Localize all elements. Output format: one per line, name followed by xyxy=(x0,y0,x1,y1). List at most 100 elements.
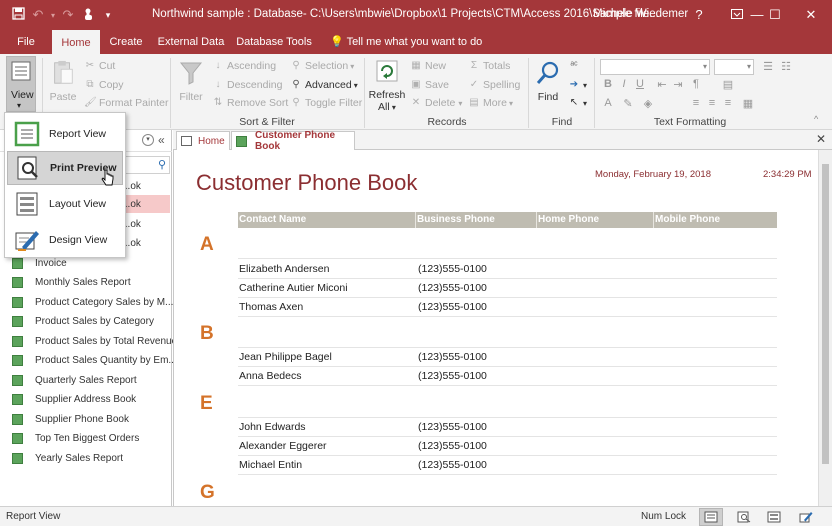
select-button[interactable]: ↖ ▾ xyxy=(568,97,587,109)
advanced-button[interactable]: ⚲ Advanced ▾ xyxy=(290,79,357,91)
contact-name: Thomas Axen xyxy=(239,301,304,313)
undo-dropdown-icon[interactable]: ▾ xyxy=(48,11,58,20)
tab-file[interactable]: File xyxy=(8,30,44,54)
underline-icon[interactable]: U xyxy=(632,78,648,90)
replace-button[interactable]: ᵃᶜ xyxy=(568,60,583,72)
copy-button[interactable]: ⧉ Copy xyxy=(84,79,123,91)
bullets-icon[interactable]: ☰ xyxy=(760,60,776,73)
cut-button[interactable]: ✂ Cut xyxy=(84,60,116,72)
report-icon xyxy=(12,393,23,405)
maximize-button[interactable]: ☐ xyxy=(756,0,794,30)
nav-item-quarterly-sales-report[interactable]: Quarterly Sales Report xyxy=(12,371,170,389)
nav-item-supplier-phone-book[interactable]: Supplier Phone Book xyxy=(12,410,170,428)
menu-item-label: Layout View xyxy=(49,198,107,210)
status-print-preview-button[interactable] xyxy=(732,508,756,526)
new-record-icon: ▦ xyxy=(411,60,421,71)
search-icon: ⚲ xyxy=(157,159,166,171)
redo-icon[interactable]: ↷ xyxy=(58,7,78,23)
goto-button[interactable]: ➔ ▾ xyxy=(568,79,587,91)
tab-home[interactable]: Home xyxy=(52,30,100,54)
font-color-icon[interactable]: A xyxy=(600,97,616,109)
nav-item-yearly-sales-report[interactable]: Yearly Sales Report xyxy=(12,449,170,467)
align-center-icon[interactable]: ≡ xyxy=(704,97,720,109)
report-icon xyxy=(12,413,23,425)
business-phone: (123)555-0100 xyxy=(418,421,487,433)
menu-item-report-view[interactable]: Report View xyxy=(7,117,123,151)
nav-item-label: Product Category Sales by M... xyxy=(35,296,174,308)
nav-item-product-category-sales[interactable]: Product Category Sales by M... xyxy=(12,293,174,311)
selection-button[interactable]: ⚲ Selection ▾ xyxy=(290,60,354,72)
menu-item-design-view[interactable]: Design View xyxy=(7,223,123,257)
format-painter-button[interactable]: 🖌 Format Painter xyxy=(84,97,168,109)
nav-item-label: Invoice xyxy=(35,257,67,269)
report-view-area: Customer Phone Book Monday, February 19,… xyxy=(173,150,818,506)
vertical-scrollbar[interactable] xyxy=(818,150,832,506)
undo-icon[interactable]: ↶ xyxy=(28,7,48,23)
bold-icon[interactable]: B xyxy=(600,78,616,90)
totals-button[interactable]: Σ Totals xyxy=(468,60,511,72)
numbering-icon[interactable]: ☷ xyxy=(778,60,794,73)
tab-create[interactable]: Create xyxy=(104,30,148,54)
text-direction-icon[interactable]: ¶ xyxy=(688,78,704,90)
menu-item-layout-view[interactable]: Layout View xyxy=(7,187,123,221)
nav-menu-icon[interactable]: ▾ xyxy=(142,134,154,146)
delete-record-button[interactable]: ✕ Delete ▾ xyxy=(410,97,463,109)
ascending-button[interactable]: ↓ Ascending xyxy=(212,60,277,72)
tab-database-tools[interactable]: Database Tools xyxy=(234,30,314,54)
tell-me-search[interactable]: 💡 Tell me what you want to do xyxy=(330,30,482,54)
nav-item-supplier-address-book[interactable]: Supplier Address Book xyxy=(12,390,170,408)
indent-increase-icon[interactable]: ⇥ xyxy=(670,78,686,91)
shutter-bar-icon[interactable]: « xyxy=(158,133,165,147)
more-button[interactable]: ▤ More ▾ xyxy=(468,97,513,109)
italic-icon[interactable]: I xyxy=(616,78,632,90)
help-button[interactable]: ? xyxy=(680,0,718,30)
table-row: Alexander Eggerer (123)555-0100 xyxy=(238,437,777,456)
touch-mode-icon[interactable] xyxy=(78,7,98,24)
business-phone: (123)555-0100 xyxy=(418,370,487,382)
tab-external-data[interactable]: External Data xyxy=(156,30,226,54)
fill-color-icon[interactable]: ◈ xyxy=(640,97,656,110)
customize-qat-icon[interactable]: ▾ xyxy=(98,10,118,21)
highlight-icon[interactable]: ✎ xyxy=(620,97,636,110)
paste-button[interactable]: Paste xyxy=(48,60,78,103)
save-record-button[interactable]: ▣ Save xyxy=(410,79,449,91)
scrollbar-thumb[interactable] xyxy=(822,164,829,464)
nav-item-product-sales-by-total-revenue[interactable]: Product Sales by Total Revenue xyxy=(12,332,177,350)
gridlines-icon[interactable]: ▦ xyxy=(740,97,756,110)
doc-tab-customer-phone-book[interactable]: Customer Phone Book xyxy=(231,130,355,152)
user-name[interactable]: Michele Wiedemer xyxy=(593,8,688,20)
indent-decrease-icon[interactable]: ⇤ xyxy=(654,78,670,91)
spelling-button[interactable]: ✓ Spelling xyxy=(468,79,521,91)
group-letter: G xyxy=(200,482,215,503)
align-right-icon[interactable]: ≡ xyxy=(720,97,736,109)
nav-item-product-sales-quantity[interactable]: Product Sales Quantity by Em... xyxy=(12,351,177,369)
close-document-icon[interactable]: ✕ xyxy=(816,132,826,146)
toggle-filter-button[interactable]: ⚲ Toggle Filter xyxy=(290,97,362,109)
alternate-row-color-icon[interactable]: ▤ xyxy=(720,78,736,91)
nav-item-product-sales-by-category[interactable]: Product Sales by Category xyxy=(12,312,170,330)
save-label: Save xyxy=(425,79,449,91)
ribbon-tabs: File Home Create External Data Database … xyxy=(0,30,832,54)
new-record-button[interactable]: ▦ New xyxy=(410,60,446,72)
doc-tab-home[interactable]: Home xyxy=(176,131,230,150)
refresh-all-button[interactable]: Refresh All ▾ xyxy=(368,58,406,113)
collapse-ribbon-icon[interactable]: ^ xyxy=(814,114,818,124)
view-button[interactable]: View ▾ xyxy=(6,56,36,112)
form-icon xyxy=(181,136,192,146)
filter-button[interactable]: Filter xyxy=(176,60,206,103)
descending-button[interactable]: ↓ Descending xyxy=(212,79,283,91)
nav-item-monthly-sales-report[interactable]: Monthly Sales Report xyxy=(12,273,170,291)
refresh-all-label: All xyxy=(378,101,390,113)
status-report-view-button[interactable] xyxy=(699,508,723,526)
status-layout-view-button[interactable] xyxy=(762,508,786,526)
find-button[interactable]: Find xyxy=(532,60,564,103)
menu-item-label: Report View xyxy=(49,128,107,140)
font-size-combo[interactable]: ▾ xyxy=(714,59,754,75)
status-design-view-button[interactable] xyxy=(794,508,818,526)
save-icon[interactable] xyxy=(8,7,28,23)
nav-item-top-ten-biggest-orders[interactable]: Top Ten Biggest Orders xyxy=(12,429,170,447)
font-name-combo[interactable]: ▾ xyxy=(600,59,710,75)
remove-sort-button[interactable]: ⇅ Remove Sort xyxy=(212,97,288,109)
close-button[interactable]: ✕ xyxy=(792,0,830,30)
align-left-icon[interactable]: ≡ xyxy=(688,97,704,109)
